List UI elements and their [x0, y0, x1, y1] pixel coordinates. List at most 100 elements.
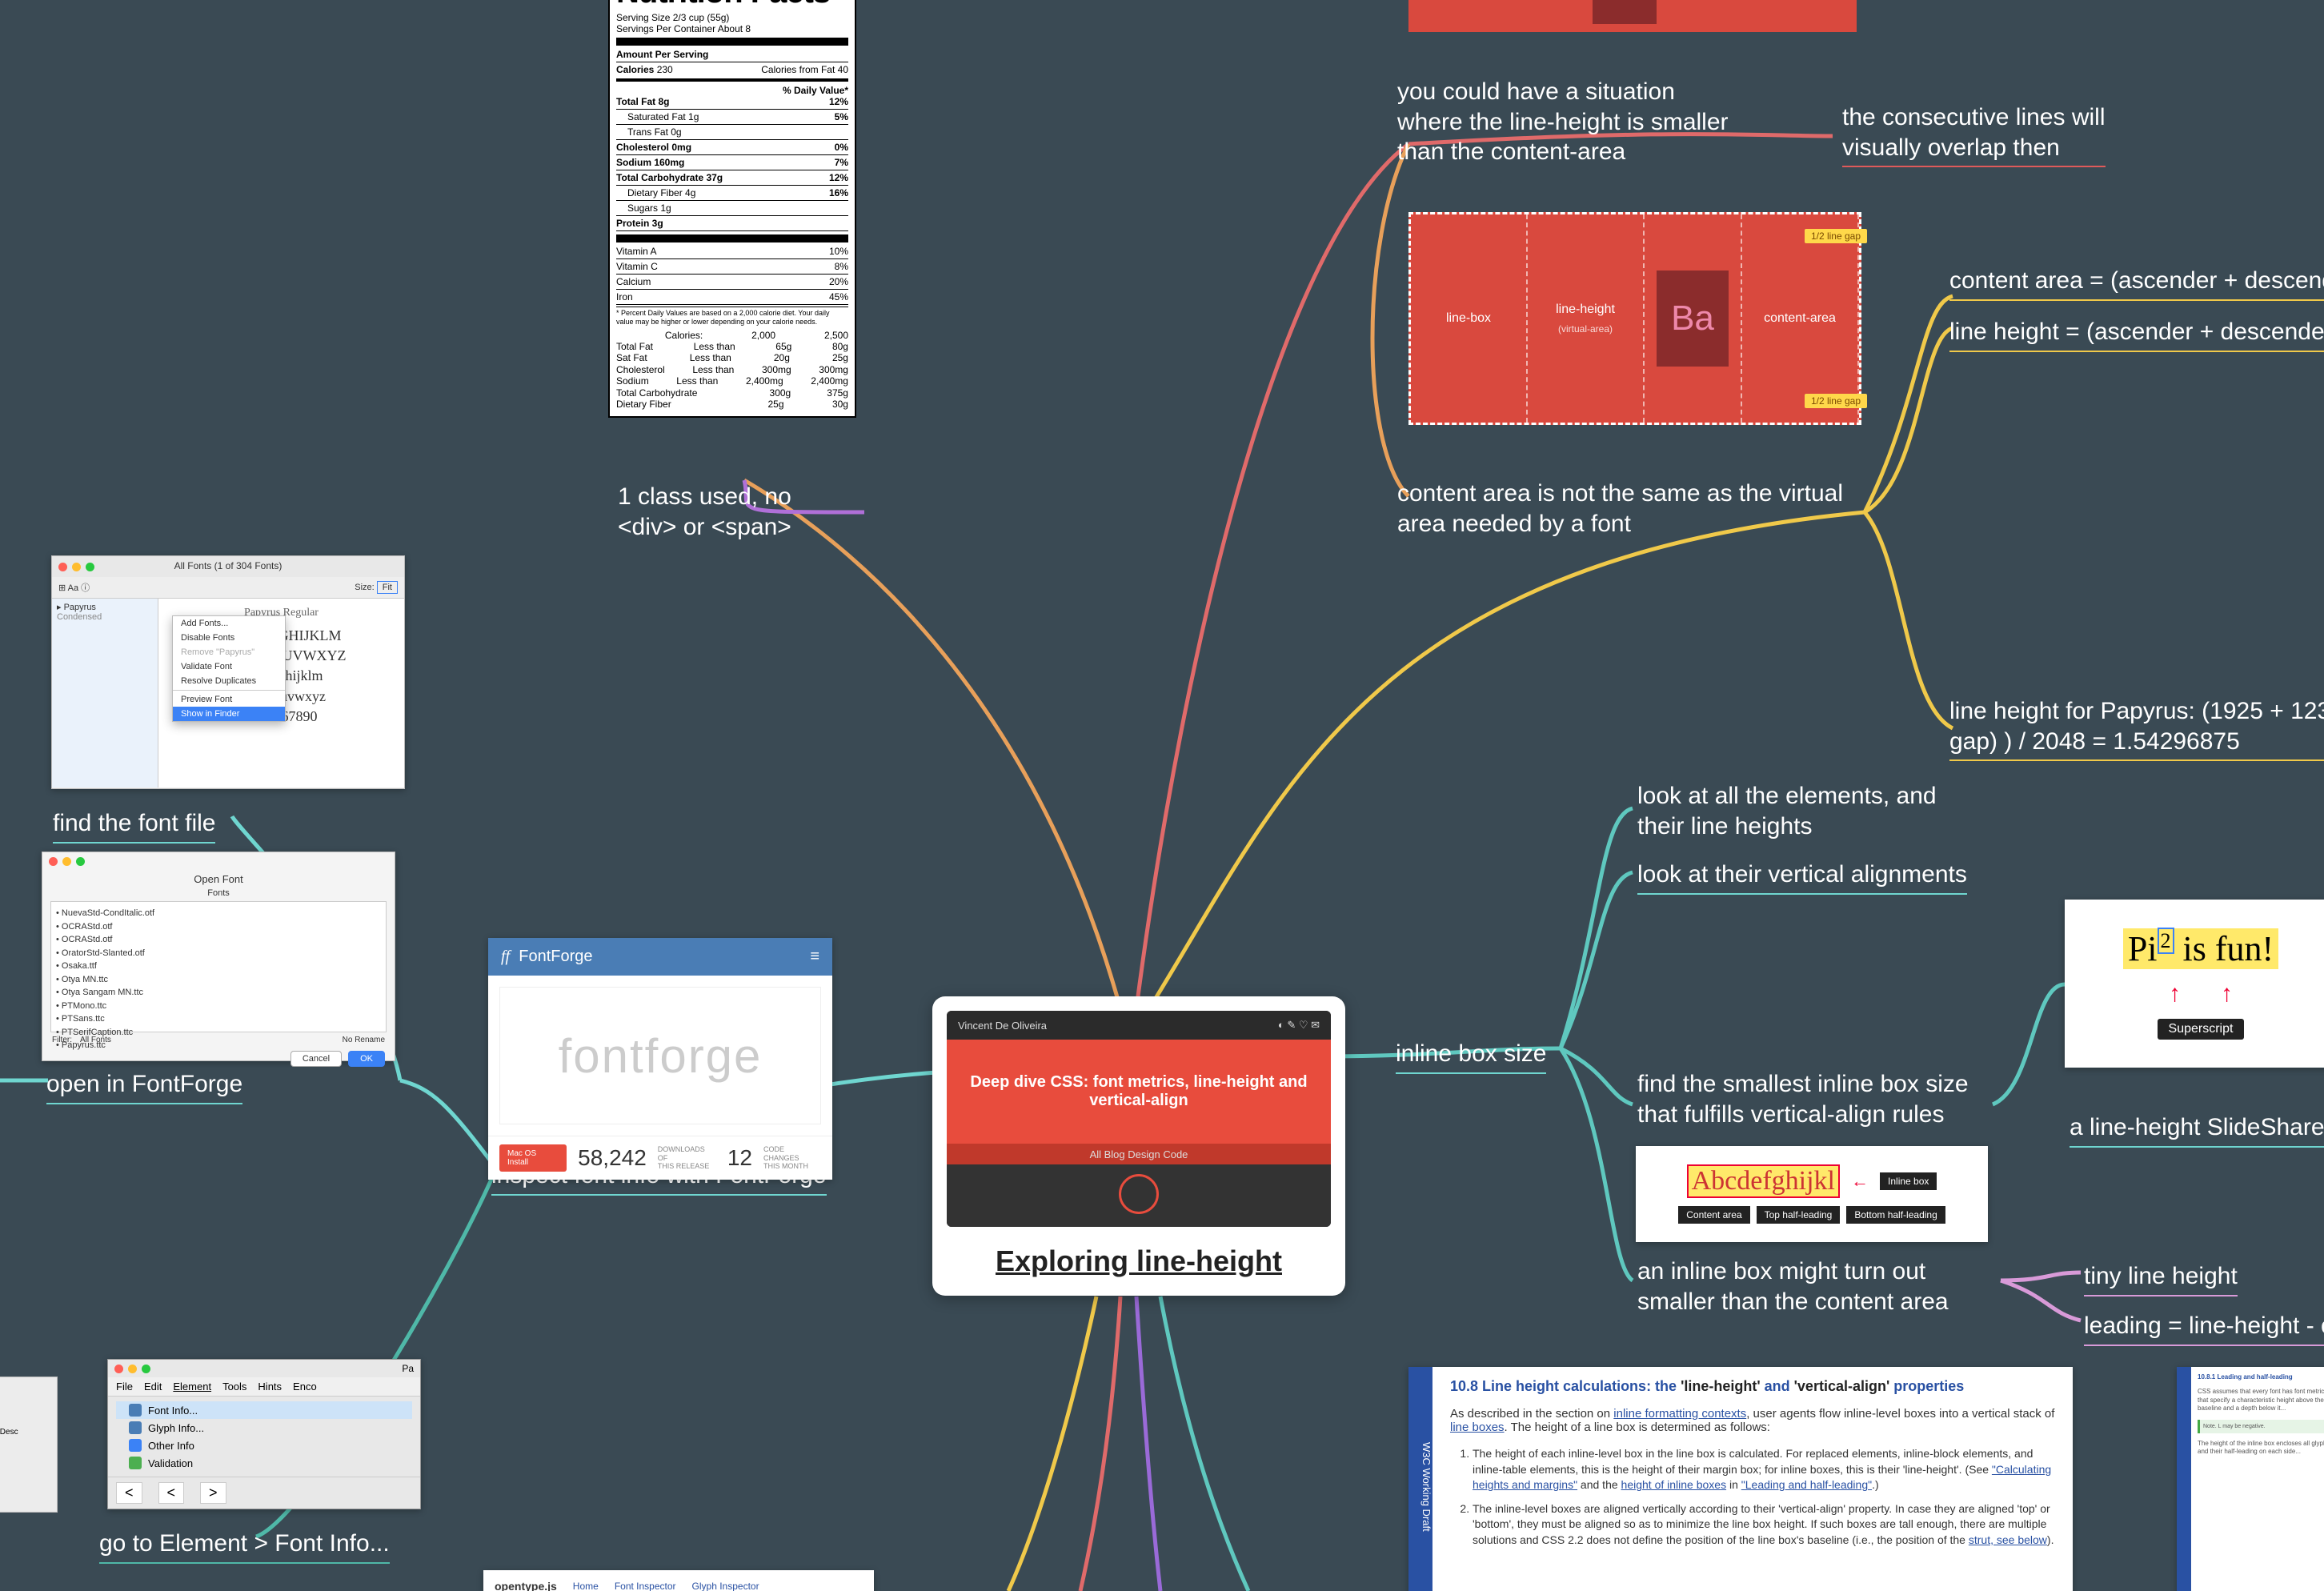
zoom-icon[interactable] — [76, 857, 85, 866]
label-content-area: content-area — [1764, 311, 1836, 326]
node-tiny-line-height[interactable]: tiny line height — [2084, 1261, 2238, 1296]
close-icon[interactable] — [49, 857, 58, 866]
node-look-valign[interactable]: look at their vertical alignments — [1637, 860, 1967, 895]
arrow-up-icon: ↑ ↑ — [2169, 980, 2233, 1008]
w3c-paragraph: As described in the section on inline fo… — [1450, 1407, 2055, 1434]
node-formula-line-height[interactable]: line height = (ascender + descender + — [1949, 317, 2324, 352]
file-item[interactable]: • Otya Sangam MN.ttc — [56, 986, 381, 1000]
file-list[interactable]: • NuevaStd-CondItalic.otf• OCRAStd.otf• … — [50, 901, 387, 1032]
line-box-diagram-thumbnail[interactable]: line-box line-height(virtual-area) Ba co… — [1408, 212, 1861, 425]
file-item[interactable]: • Otya MN.ttc — [56, 973, 381, 987]
hamburger-icon[interactable]: ≡ — [810, 948, 819, 966]
menu-item[interactable]: Tools — [222, 1381, 246, 1393]
central-node[interactable]: Vincent De Oliveira ◐ ✎ ♡ ✉ Deep dive CSS… — [932, 996, 1345, 1296]
file-item[interactable]: • OratorStd-Slanted.otf — [56, 947, 381, 960]
fontforge-window-thumbnail[interactable]: Pa File Edit Element Tools Hints Enco Font In… — [107, 1359, 421, 1509]
node-open-fontforge[interactable]: open in FontForge — [46, 1069, 242, 1104]
thumb-author: Vincent De Oliveira — [958, 1020, 1047, 1032]
menu-item[interactable]: File — [116, 1381, 133, 1393]
menu-item[interactable]: Remove "Papyrus" — [173, 645, 285, 659]
menu-dropdown[interactable]: Font Info...Glyph Info...Other InfoValid… — [108, 1397, 420, 1477]
menu-item[interactable]: Validate Font — [173, 659, 285, 674]
node-overlap[interactable]: the consecutive lines will visually over… — [1842, 102, 2106, 167]
menu-item[interactable] — [173, 690, 285, 691]
file-item[interactable]: • NuevaStd-CondItalic.otf — [56, 907, 381, 920]
node-find-smallest[interactable]: find the smallest inline box size that f… — [1637, 1069, 1969, 1129]
file-item[interactable]: • PTSans.ttc — [56, 1012, 381, 1026]
node-slideshare-link[interactable]: a line-height SlideShare — [2070, 1112, 2324, 1148]
node-formula-content-area[interactable]: content area = (ascender + descender — [1949, 266, 2324, 301]
node-find-font[interactable]: find the font file — [53, 808, 215, 844]
node-papyrus-calc[interactable]: line height for Papyrus: (1925 + 1235 ga… — [1949, 696, 2324, 761]
zoom-icon[interactable] — [142, 1365, 150, 1373]
thumb-icons: ◐ ✎ ♡ ✉ — [1278, 1019, 1320, 1032]
nutrition-facts-thumbnail[interactable]: Nutrition Facts Serving Size 2/3 cup (55… — [608, 0, 856, 418]
menu-item[interactable]: Show in Finder — [173, 707, 285, 721]
node-might-smaller[interactable]: an inline box might turn out smaller tha… — [1637, 1256, 1949, 1316]
menu-item[interactable]: Other Info — [116, 1437, 412, 1454]
nutrition-servings-per: Servings Per Container About 8 — [616, 23, 848, 34]
w3c-list: The height of each inline-level box in t… — [1450, 1446, 2055, 1549]
file-item[interactable]: • OCRAStd.otf — [56, 920, 381, 934]
superscript-thumbnail[interactable]: Pi2 is fun! ↑ ↑ Superscript — [2065, 900, 2324, 1068]
dialog-folder[interactable]: Fonts — [42, 888, 395, 898]
menu-item[interactable]: Hints — [258, 1381, 282, 1393]
arrow-left-icon: ← — [1851, 1171, 1869, 1192]
thumb-hero: Deep dive CSS: font metrics, line-height… — [947, 1040, 1331, 1144]
open-font-dialog-thumbnail[interactable]: Open Font Fonts • NuevaStd-CondItalic.ot… — [42, 852, 395, 1061]
mindmap-canvas[interactable]: Vincent De Oliveira ◐ ✎ ♡ ✉ Deep dive CSS… — [0, 0, 2324, 1591]
menu-item[interactable]: Validation — [116, 1454, 412, 1472]
label-line-height: line-height — [1556, 303, 1615, 317]
window-title: Pa — [402, 1363, 414, 1374]
menu-item[interactable]: Glyph Info... — [116, 1419, 412, 1437]
label-line-box: line-box — [1446, 311, 1491, 326]
menu-item[interactable]: Font Info... — [116, 1401, 412, 1419]
close-icon[interactable] — [114, 1365, 123, 1373]
nutrition-aps: Amount Per Serving — [616, 49, 708, 60]
file-item[interactable]: • OCRAStd.otf — [56, 933, 381, 947]
menu-item[interactable]: Disable Fonts — [173, 631, 285, 645]
opentype-link-glyph-inspector[interactable]: Glyph Inspector — [692, 1581, 759, 1591]
opentype-link-home[interactable]: Home — [573, 1581, 599, 1591]
file-item[interactable]: • Osaka.ttf — [56, 960, 381, 973]
node-content-not-same[interactable]: content area is not the same as the virt… — [1397, 479, 1843, 539]
menu-item[interactable]: Edit — [144, 1381, 162, 1393]
center-title[interactable]: Exploring line-height — [947, 1244, 1331, 1278]
nutrition-dv: % Daily Value* — [783, 85, 848, 96]
inline-box-pills: Content areaTop half-leadingBottom half-… — [1678, 1206, 1945, 1224]
download-button[interactable]: Mac OS Install — [499, 1144, 567, 1172]
menu-item[interactable]: Element — [173, 1381, 211, 1393]
node-leading-formula[interactable]: leading = line-height - co — [2084, 1311, 2324, 1346]
node-goto-element[interactable]: go to Element > Font Info... — [99, 1529, 390, 1564]
w3c-spec-thumbnail-2[interactable]: 10.8.1 Leading and half-leading CSS assu… — [2177, 1367, 2324, 1591]
menu-item[interactable]: Preview Font — [173, 692, 285, 707]
fontbook-context-menu[interactable]: Add Fonts...Disable FontsRemove "Papyrus… — [172, 615, 286, 722]
dialog-title: Open Font — [42, 870, 395, 888]
w3c-heading: 10.8 Line height calculations: the 'line… — [1450, 1378, 2055, 1395]
minimize-icon[interactable] — [62, 857, 71, 866]
node-look-elements[interactable]: look at all the elements, and their line… — [1637, 781, 1937, 841]
opentype-js-thumbnail[interactable]: opentype.js Home Font Inspector Glyph In… — [483, 1570, 874, 1591]
w3c-spec-thumbnail[interactable]: W3C Working Draft 10.8 Line height calcu… — [1408, 1367, 2073, 1591]
overlap-diagram-thumbnail[interactable] — [1408, 0, 1857, 32]
fontforge-brand: FontForge — [519, 948, 592, 965]
opentype-link-font-inspector[interactable]: Font Inspector — [615, 1581, 676, 1591]
inline-box-label: Inline box — [1880, 1172, 1937, 1190]
ok-button[interactable]: OK — [348, 1051, 385, 1067]
menu-item[interactable]: Resolve Duplicates — [173, 674, 285, 688]
menu-item[interactable]: Add Fonts... — [173, 616, 285, 631]
fontbook-window-thumbnail[interactable]: All Fonts (1 of 304 Fonts) ⊞ Aa ⓘSize: F… — [51, 555, 405, 789]
menu-item[interactable]: Enco — [293, 1381, 317, 1393]
node-nutrition-caption[interactable]: 1 class used, no <div> or <span> — [618, 482, 791, 542]
menu-bar[interactable]: File Edit Element Tools Hints Enco — [108, 1377, 420, 1397]
sidebar-item-papyrus[interactable]: ▸ Papyrus — [57, 602, 153, 612]
fontforge-card-thumbnail[interactable]: ff FontForge≡ fontforge Mac OS Install 5… — [488, 938, 832, 1180]
cancel-button[interactable]: Cancel — [290, 1051, 342, 1067]
minimize-icon[interactable] — [128, 1365, 137, 1373]
node-situation[interactable]: you could have a situation where the lin… — [1397, 77, 1729, 167]
inline-box-thumbnail[interactable]: Abcdefghijkl ← Inline box Content areaTo… — [1636, 1146, 1988, 1242]
fontbook-sidebar[interactable]: ▸ Papyrus Condensed — [52, 599, 158, 787]
file-item[interactable]: • PTMono.ttc — [56, 1000, 381, 1013]
node-inline-box-size[interactable]: inline box size — [1396, 1039, 1546, 1074]
connection-edges — [0, 0, 2324, 1591]
